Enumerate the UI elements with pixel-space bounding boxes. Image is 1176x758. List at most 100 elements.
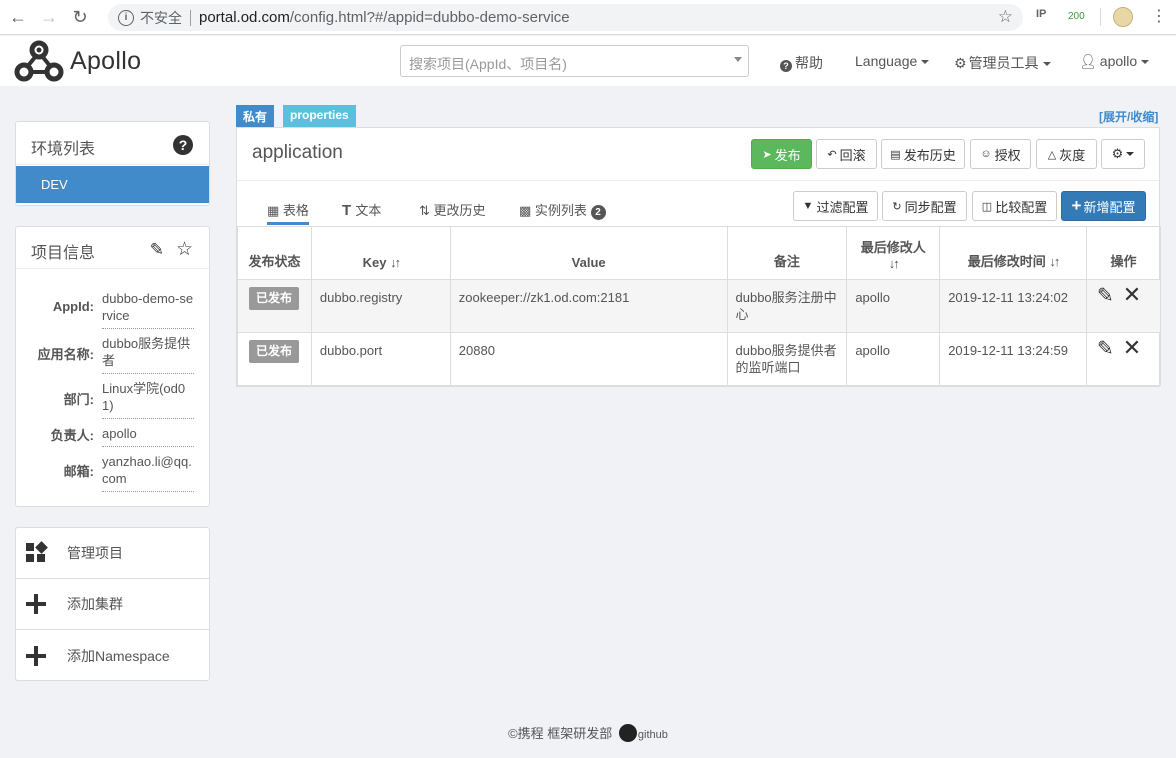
tab-instances[interactable]: ▩ 实例列表 2 — [519, 200, 606, 220]
key-cell: dubbo.port — [310, 332, 451, 386]
add-config-button[interactable]: + 新增配置 — [1061, 191, 1146, 221]
settings-dropdown-button[interactable]: ⚙ — [1101, 139, 1145, 169]
instances-icon: ▩ — [519, 203, 535, 218]
grant-button[interactable]: ☺ 授权 — [970, 139, 1031, 169]
browser-menu-icon[interactable]: ⋮ — [1151, 6, 1167, 26]
expand-collapse-link[interactable]: [展开/收缩] — [1099, 108, 1158, 125]
copyright-text: ©携程 框架研发部 — [508, 726, 613, 741]
status-cell: 已发布 — [237, 332, 312, 386]
delete-icon[interactable]: ✕ — [1123, 335, 1141, 360]
logo-text: Apollo — [70, 46, 142, 75]
back-icon[interactable]: ← — [5, 4, 31, 30]
caret-down-icon — [1042, 62, 1051, 67]
flask-icon: △ — [1047, 148, 1057, 161]
admin-tools-dropdown[interactable]: ⚙ 管理员工具 — [954, 53, 1051, 73]
project-info-header: 项目信息 ✎ ☆ — [16, 227, 209, 269]
column-header-modifier[interactable]: 最后修改人 ↓↑ — [846, 226, 941, 280]
user-dropdown[interactable]: 👤︎ apollo — [1079, 53, 1150, 70]
ip-extension-icon[interactable]: IP — [1036, 8, 1046, 20]
info-value: dubbo服务提供者 — [102, 335, 194, 374]
edit-icon[interactable]: ✎ — [150, 240, 164, 260]
browser-toolbar: ← → ↻ i 不安全 portal.od.com/config.html?#/… — [0, 0, 1176, 35]
namespace-title: application — [252, 142, 343, 163]
user-icon: ☺ — [980, 148, 992, 160]
add-namespace-link[interactable]: 添加Namespace — [16, 630, 209, 681]
project-search-select[interactable]: 搜索项目(AppId、项目名) — [400, 45, 749, 77]
format-tag: properties — [283, 105, 356, 127]
page-footer: ©携程 框架研发部 github — [0, 723, 1176, 742]
toolbar-divider — [1100, 8, 1101, 26]
table-row: 已发布 dubbo.port 20880 dubbo服务提供者的监听端口 apo… — [237, 332, 1162, 386]
text-icon: T — [342, 202, 356, 219]
tab-table[interactable]: ▦ 表格 — [267, 200, 309, 225]
apollo-logo[interactable]: Apollo — [14, 39, 141, 83]
language-dropdown[interactable]: Language — [855, 53, 930, 69]
site-info-icon[interactable]: i — [118, 9, 134, 26]
comment-cell: dubbo服务提供者的监听端口 — [726, 332, 848, 386]
column-header-comment: 备注 — [726, 226, 848, 280]
column-header-ops: 操作 — [1085, 226, 1162, 280]
forward-icon[interactable]: → — [36, 4, 62, 30]
help-link[interactable]: ? 帮助 — [780, 53, 823, 73]
edit-icon[interactable]: ✎ — [1097, 338, 1114, 360]
ops-cell: ✎ ✕ — [1085, 279, 1162, 333]
url-text[interactable]: portal.od.com/config.html?#/appid=dubbo-… — [199, 9, 570, 26]
column-header-modified-time[interactable]: 最后修改时间 ↓↑ — [939, 226, 1087, 280]
sort-icon[interactable]: ↓↑ — [889, 256, 900, 271]
release-history-button[interactable]: ▤ 发布历史 — [881, 139, 965, 169]
time-cell: 2019-12-11 13:24:02 — [939, 279, 1087, 333]
value-cell: 20880 — [449, 332, 728, 386]
env-list-title: 环境列表 — [31, 141, 96, 158]
column-header-status: 发布状态 — [237, 226, 312, 280]
tab-text[interactable]: T 文本 — [342, 200, 381, 219]
caret-down-icon — [921, 60, 930, 65]
sort-icon[interactable]: ↓↑ — [390, 255, 401, 270]
env-item-dev[interactable]: DEV — [16, 166, 209, 203]
filter-config-button[interactable]: ▼ 过滤配置 — [793, 191, 878, 221]
search-dropdown-caret-icon — [734, 57, 742, 62]
table-header-row: 发布状态 Key ↓↑ Value 备注 最后修改人 ↓↑ 最后修改时间 ↓↑ 操… — [237, 226, 1162, 280]
env-list-panel: 环境列表 ? DEV — [15, 121, 210, 206]
instances-count-badge: 2 — [590, 205, 606, 220]
gray-release-button[interactable]: △ 灰度 — [1036, 139, 1097, 169]
status-cell: 已发布 — [237, 279, 312, 333]
history-icon: ⇅ — [419, 203, 434, 218]
insecure-label: 不安全 — [140, 9, 182, 26]
info-label: 部门: — [63, 392, 94, 407]
status-extension-badge[interactable]: 200 — [1068, 11, 1085, 22]
project-info-title: 项目信息 — [31, 245, 96, 262]
compare-config-button[interactable]: ◫ 比较配置 — [972, 191, 1057, 221]
release-button[interactable]: ➤ 发布 — [751, 139, 812, 169]
status-badge: 已发布 — [249, 287, 300, 310]
add-cluster-link[interactable]: 添加集群 — [16, 579, 209, 630]
question-icon: ? — [780, 60, 792, 72]
rollback-button[interactable]: ↶ 回滚 — [816, 139, 877, 169]
plus-icon: + — [1071, 196, 1082, 215]
refresh-icon: ↻ — [892, 200, 902, 213]
modifier-cell: apollo — [846, 332, 941, 386]
plus-icon — [26, 645, 46, 666]
column-header-key[interactable]: Key ↓↑ — [310, 226, 451, 280]
project-actions-panel: 管理项目 添加集群 添加Namespace — [15, 527, 210, 681]
gear-icon: ⚙ — [1111, 146, 1124, 161]
bookmark-star-icon[interactable]: ☆ — [998, 7, 1013, 27]
value-cell: zookeeper://zk1.od.com:2181 — [449, 279, 728, 333]
manage-project-link[interactable]: 管理项目 — [16, 528, 209, 579]
profile-avatar[interactable] — [1113, 7, 1133, 27]
help-circle-icon[interactable]: ? — [173, 135, 193, 155]
sort-icon[interactable]: ↓↑ — [1049, 254, 1060, 269]
edit-icon[interactable]: ✎ — [1097, 285, 1114, 307]
favorite-star-icon[interactable]: ☆ — [176, 238, 193, 261]
address-bar[interactable]: i 不安全 portal.od.com/config.html?#/appid=… — [108, 4, 1023, 31]
tab-history[interactable]: ⇅ 更改历史 — [419, 200, 486, 219]
app-navbar: Apollo 搜索项目(AppId、项目名) ? 帮助 Language ⚙ 管理员… — [0, 36, 1176, 86]
sync-config-button[interactable]: ↻ 同步配置 — [882, 191, 967, 221]
reload-icon[interactable]: ↻ — [67, 4, 93, 30]
caret-down-icon — [1126, 152, 1135, 156]
info-label: AppId: — [52, 299, 94, 314]
file-icon: ◫ — [981, 200, 993, 213]
comment-cell: dubbo服务注册中心 — [726, 279, 848, 333]
github-icon[interactable] — [618, 724, 637, 742]
delete-icon[interactable]: ✕ — [1123, 282, 1141, 307]
github-link[interactable]: github — [638, 729, 668, 741]
